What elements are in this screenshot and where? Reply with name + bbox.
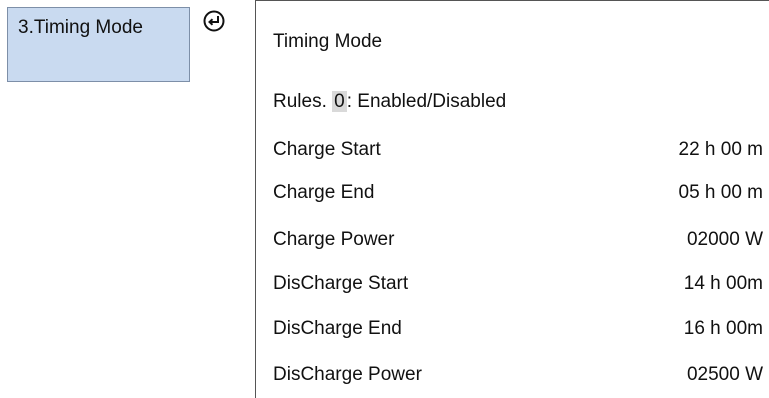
setting-value[interactable]: 02000 W [687,229,763,251]
setting-row-charge-end[interactable]: Charge End 05 h 00 m [273,182,763,204]
setting-label: Charge Start [273,139,381,160]
enter-arrow-icon[interactable] [203,10,225,32]
setting-row-charge-power[interactable]: Charge Power 02000 W [273,229,763,251]
setting-value[interactable]: 22 h 00 m [679,139,764,161]
setting-value[interactable]: 14 h 00m [684,273,763,295]
menu-item-label: 3.Timing Mode [18,17,143,38]
setting-row-discharge-start[interactable]: DisCharge Start 14 h 00m [273,273,763,295]
setting-row-discharge-power[interactable]: DisCharge Power 02500 W [273,364,763,386]
setting-label: DisCharge End [273,318,402,339]
setting-value[interactable]: 02500 W [687,364,763,386]
setting-row-charge-start[interactable]: Charge Start 22 h 00 m [273,139,763,161]
setting-value[interactable]: 16 h 00m [684,318,763,340]
panel-left-border [255,0,256,398]
rules-prefix: Rules. [273,91,333,112]
panel-title: Timing Mode [273,31,383,52]
setting-value[interactable]: 05 h 00 m [679,182,764,204]
setting-label: DisCharge Power [273,364,422,385]
rules-value[interactable]: 0 [332,91,347,112]
panel-top-border [255,0,769,1]
setting-label: Charge Power [273,229,395,250]
setting-row-discharge-end[interactable]: DisCharge End 16 h 00m [273,318,763,340]
setting-label: Charge End [273,182,375,203]
setting-label: DisCharge Start [273,273,409,294]
menu-item-timing-mode[interactable]: 3.Timing Mode [7,7,190,82]
rules-suffix: : Enabled/Disabled [346,91,507,112]
rules-line: Rules. 0: Enabled/Disabled [273,91,506,113]
